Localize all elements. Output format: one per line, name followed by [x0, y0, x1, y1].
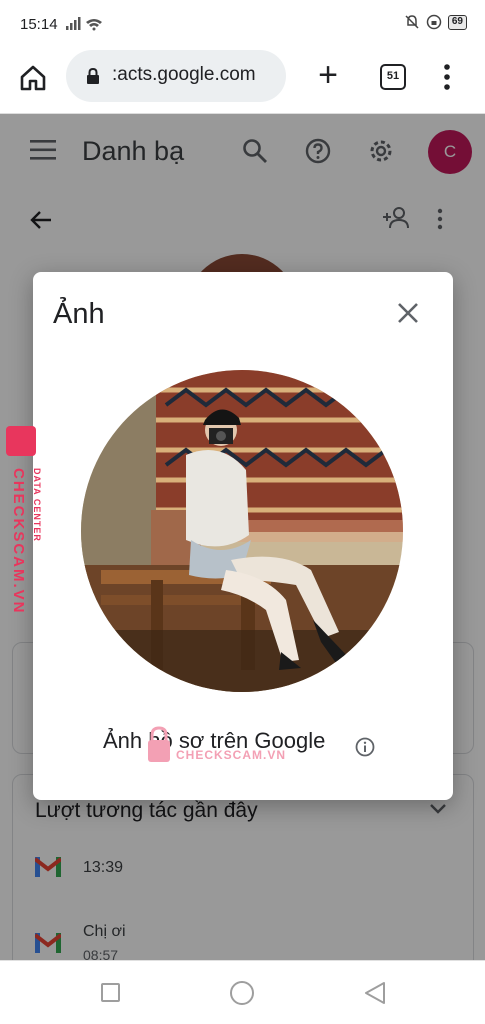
watermark-text: CHECKSCAM.VN	[10, 468, 27, 615]
home-icon[interactable]	[18, 63, 48, 93]
watermark-center: CHECKSCAM.VN	[146, 726, 285, 769]
vpn-icon	[426, 14, 442, 30]
lock-icon	[87, 68, 99, 84]
tab-switcher-button[interactable]: 51	[380, 64, 406, 90]
home-button[interactable]	[230, 981, 254, 1005]
system-nav-bar	[0, 960, 485, 1024]
info-icon[interactable]	[355, 737, 375, 757]
battery-indicator: 69	[447, 14, 467, 30]
mute-bell-icon	[405, 15, 419, 29]
close-icon[interactable]	[397, 302, 419, 324]
new-tab-button[interactable]: +	[312, 58, 344, 92]
dialog-title: Ảnh	[53, 298, 105, 330]
watermark-text: CHECKSCAM.VN	[176, 748, 287, 762]
recents-button[interactable]	[101, 983, 120, 1002]
back-button[interactable]	[364, 981, 386, 1005]
status-bar: 15:14 69	[0, 0, 485, 50]
url-text: :acts.google.com	[112, 64, 256, 85]
signal-wifi-icon	[66, 17, 102, 31]
watermark-side: CHECKSCAM.VN DATA CENTER	[4, 424, 54, 634]
watermark-lock-icon	[6, 426, 36, 456]
browser-toolbar: :acts.google.com + 51	[0, 50, 485, 114]
address-bar[interactable]: :acts.google.com	[66, 50, 286, 102]
status-time: 15:14	[20, 16, 58, 33]
profile-photo	[81, 370, 403, 692]
photo-dialog: Ảnh Ảnh hồ sơ trên Google	[33, 272, 453, 800]
watermark-subtext: DATA CENTER	[32, 468, 42, 542]
browser-menu-icon[interactable]	[440, 62, 454, 92]
watermark-lock-icon	[148, 726, 170, 762]
